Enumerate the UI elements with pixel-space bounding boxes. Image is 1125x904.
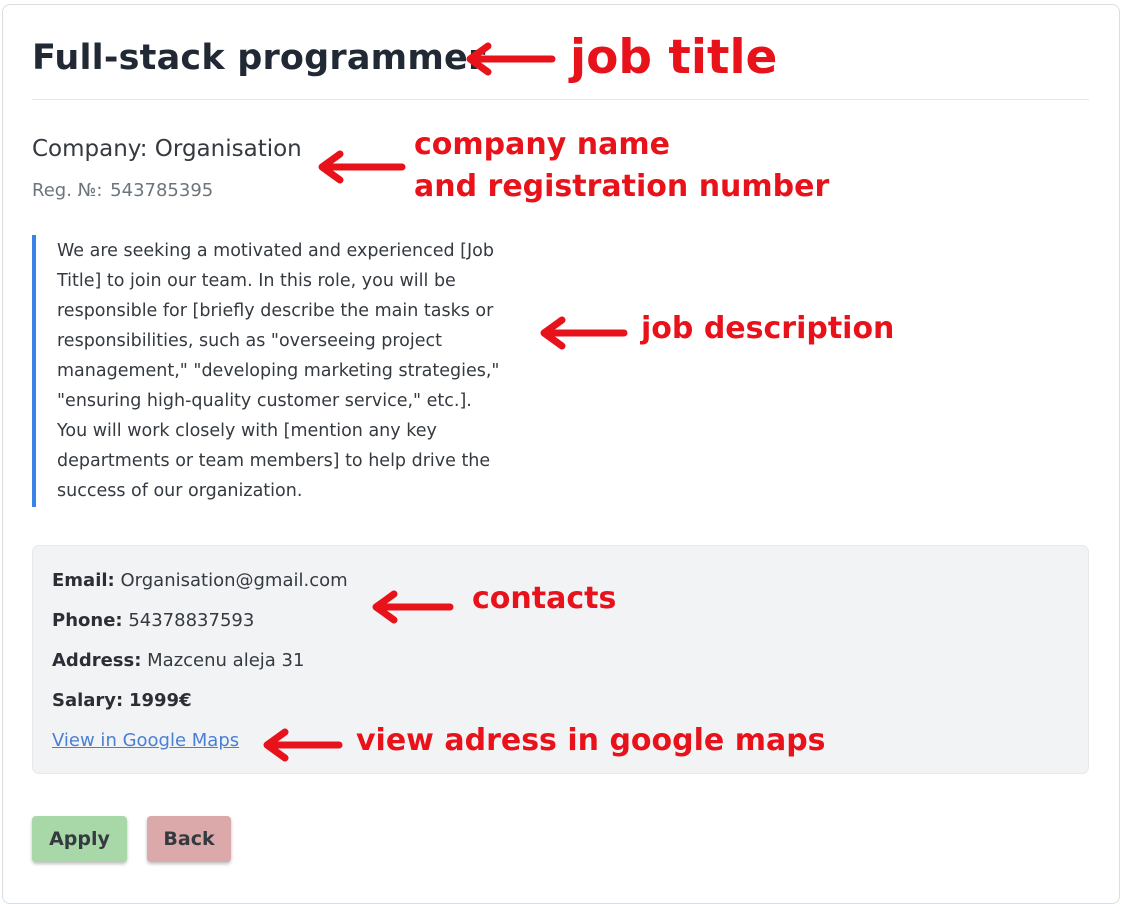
email-row: Email: Organisation@gmail.com <box>52 570 348 591</box>
google-maps-link[interactable]: View in Google Maps <box>52 730 239 751</box>
reg-value: 543785395 <box>110 180 214 201</box>
salary-label: Salary: <box>52 690 124 711</box>
annotation-company-line2: and registration number <box>414 169 830 204</box>
company-name: Company: Organisation <box>32 136 302 162</box>
reg-label: Reg. №: <box>32 180 103 201</box>
annotation-job-title: job title <box>570 30 778 85</box>
email-value: Organisation@gmail.com <box>120 570 348 591</box>
arrow-left-icon <box>466 42 556 76</box>
address-value: Mazcenu aleja 31 <box>147 650 305 671</box>
annotation-job-description: job description <box>641 311 895 346</box>
arrow-left-icon <box>372 590 454 624</box>
phone-label: Phone: <box>52 610 123 631</box>
annotation-contacts: contacts <box>472 581 617 616</box>
salary-row: Salary: 1999€ <box>52 690 192 711</box>
job-title: Full-stack programmer <box>32 38 486 78</box>
job-description-text: We are seeking a motivated and experienc… <box>57 241 500 501</box>
email-label: Email: <box>52 570 115 591</box>
annotation-maps: view adress in google maps <box>356 723 826 758</box>
apply-button[interactable]: Apply <box>32 816 127 862</box>
arrow-left-icon <box>263 728 343 762</box>
arrow-left-icon <box>540 316 628 350</box>
address-row: Address: Mazcenu aleja 31 <box>52 650 304 671</box>
address-label: Address: <box>52 650 142 671</box>
back-button[interactable]: Back <box>147 816 231 862</box>
job-description: We are seeking a motivated and experienc… <box>32 235 504 507</box>
annotation-company-line1: company name <box>414 127 670 162</box>
arrow-left-icon <box>318 150 406 184</box>
phone-value: 54378837593 <box>128 610 255 631</box>
phone-row: Phone: 54378837593 <box>52 610 254 631</box>
registration-number: Reg. №: 543785395 <box>32 180 213 201</box>
salary-value: 1999€ <box>128 690 192 711</box>
title-divider <box>32 99 1089 100</box>
